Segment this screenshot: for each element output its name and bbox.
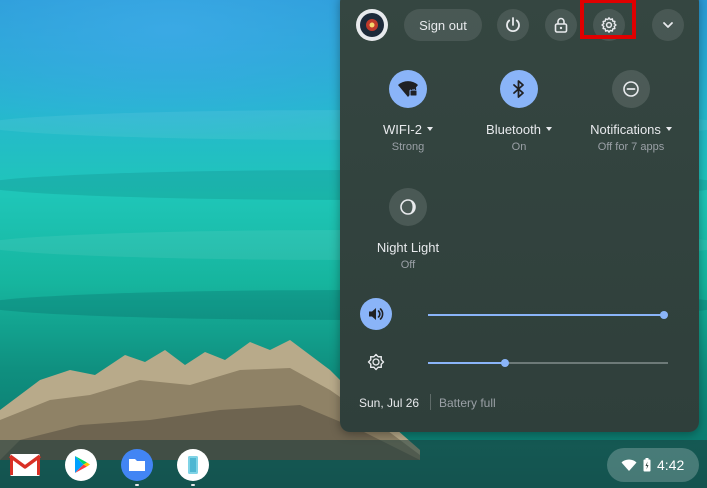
power-icon <box>506 17 520 32</box>
date-label[interactable]: Sun, Jul 26 <box>359 396 419 410</box>
bluetooth-toggle[interactable] <box>500 70 538 108</box>
brightness-slider-fill <box>428 362 505 364</box>
files-app[interactable] <box>120 448 154 486</box>
app-icon <box>177 449 209 481</box>
brightness-slider[interactable] <box>428 359 668 367</box>
gmail-icon <box>9 454 41 476</box>
status-area[interactable]: 4:42 <box>607 448 699 482</box>
clock: 4:42 <box>657 457 685 473</box>
app-4[interactable] <box>176 448 210 486</box>
notifications-label[interactable]: Notifications <box>576 122 686 137</box>
gmail-app[interactable] <box>8 448 42 482</box>
pod-night-light[interactable]: Night Light Off <box>353 188 463 271</box>
bluetooth-icon <box>513 80 524 98</box>
bluetooth-name: Bluetooth <box>486 122 541 137</box>
volume-mute-button[interactable] <box>360 298 392 330</box>
volume-slider-thumb[interactable] <box>660 311 668 319</box>
brightness-icon <box>367 353 385 371</box>
play-store-app[interactable] <box>64 448 98 482</box>
quick-settings-panel: Sign out WIFI-2 Strong Bluetooth On Noti… <box>340 0 699 432</box>
avatar-icon <box>360 13 384 37</box>
brightness-button <box>360 346 392 378</box>
running-indicator <box>135 484 139 486</box>
wifi-locked-icon <box>398 81 418 97</box>
settings-highlight-box <box>580 0 636 39</box>
notifications-status: Off for 7 apps <box>597 141 665 153</box>
wifi-name: WIFI-2 <box>383 122 422 137</box>
volume-slider-fill <box>428 314 664 316</box>
do-not-disturb-icon <box>623 81 639 97</box>
night-light-icon <box>400 199 416 215</box>
volume-slider[interactable] <box>428 311 668 319</box>
night-light-toggle[interactable] <box>389 188 427 226</box>
pod-notifications[interactable]: Notifications Off for 7 apps <box>576 70 686 153</box>
caret-down-icon <box>665 126 672 131</box>
shelf <box>0 440 707 488</box>
lock-button[interactable] <box>545 9 577 41</box>
files-icon <box>121 449 153 481</box>
night-light-label: Night Light <box>376 240 440 255</box>
lock-icon <box>554 17 568 33</box>
pod-bluetooth[interactable]: Bluetooth On <box>464 70 574 153</box>
sign-out-button[interactable]: Sign out <box>404 9 482 41</box>
wifi-icon <box>621 459 637 471</box>
chevron-down-icon <box>663 22 673 28</box>
notifications-toggle[interactable] <box>612 70 650 108</box>
brightness-slider-thumb[interactable] <box>500 359 509 367</box>
volume-icon <box>369 308 384 320</box>
power-button[interactable] <box>497 9 529 41</box>
notifications-name: Notifications <box>590 122 661 137</box>
battery-status: Battery full <box>439 396 496 410</box>
running-indicator <box>191 484 195 486</box>
bluetooth-label[interactable]: Bluetooth <box>464 122 574 137</box>
caret-down-icon <box>427 126 433 131</box>
bluetooth-status: On <box>511 141 527 153</box>
night-light-status: Off <box>400 259 416 271</box>
battery-icon <box>643 458 651 472</box>
collapse-button[interactable] <box>652 9 684 41</box>
wifi-toggle[interactable] <box>389 70 427 108</box>
user-avatar[interactable] <box>356 9 388 41</box>
wifi-label[interactable]: WIFI-2 <box>353 122 463 137</box>
wifi-status: Strong <box>391 141 425 153</box>
caret-down-icon <box>545 126 552 131</box>
desktop: Sign out WIFI-2 Strong Bluetooth On Noti… <box>0 0 707 488</box>
pod-wifi[interactable]: WIFI-2 Strong <box>353 70 463 153</box>
play-store-icon <box>65 449 97 481</box>
footer-divider <box>430 394 431 410</box>
